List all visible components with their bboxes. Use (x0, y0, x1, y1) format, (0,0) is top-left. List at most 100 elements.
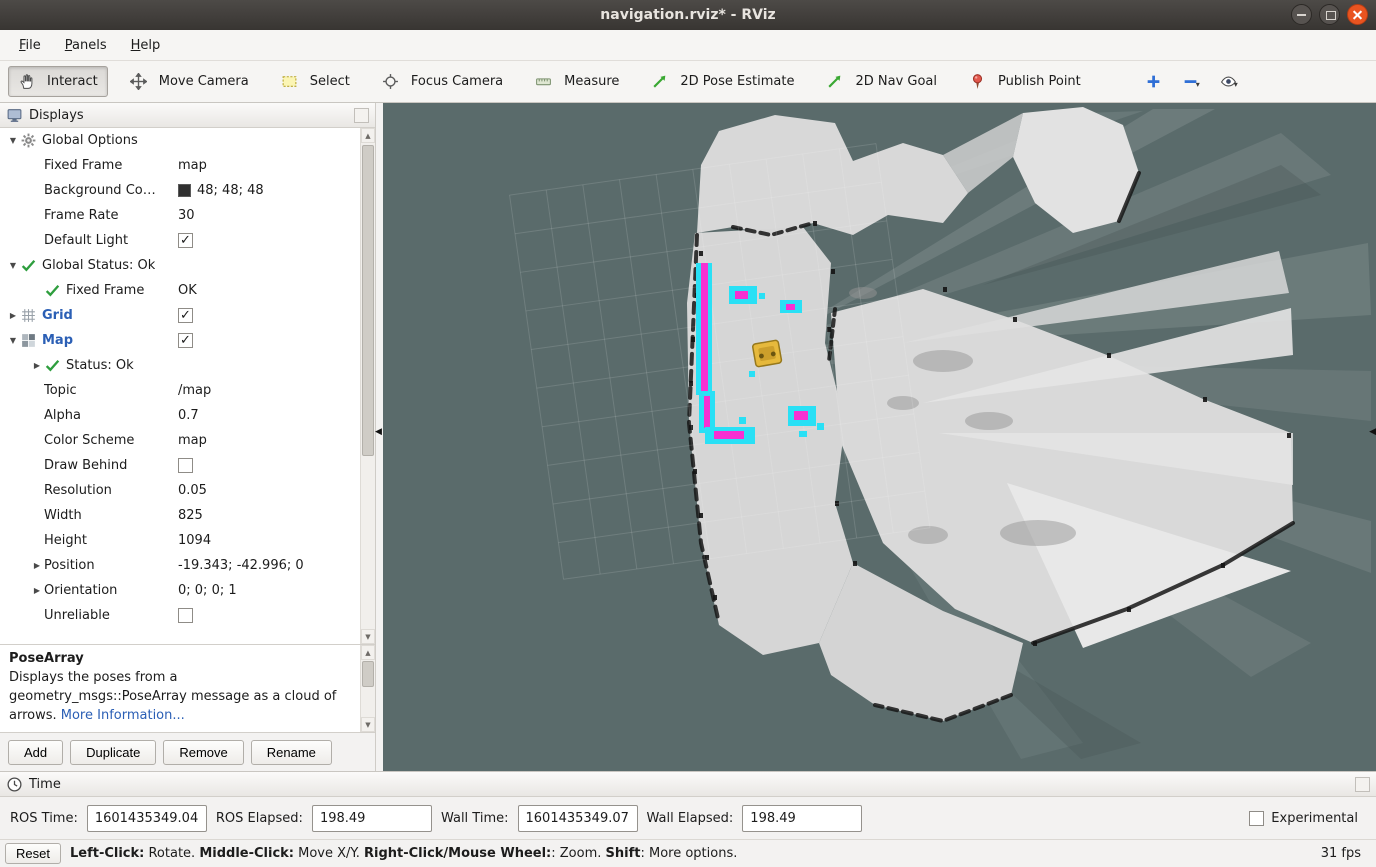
property-value[interactable]: 0.05 (178, 483, 360, 498)
tool-visibility-button[interactable]: ▾ (1216, 68, 1242, 95)
more-information-link[interactable]: More Information... (61, 708, 185, 723)
property-value[interactable]: 0.7 (178, 408, 360, 423)
wall-elapsed-field[interactable]: 198.49 (742, 805, 862, 832)
property-value[interactable] (178, 608, 360, 623)
tree-row-default-light[interactable]: Default Light✓ (0, 228, 360, 253)
collapse-left-icon[interactable]: ◀ (375, 428, 382, 437)
scrollbar-thumb[interactable] (362, 661, 374, 687)
tool-move-camera[interactable]: Move Camera (120, 66, 259, 97)
titlebar[interactable]: navigation.rviz* - RViz (0, 0, 1376, 30)
scrollbar-track[interactable] (361, 143, 375, 629)
rename-button[interactable]: Rename (251, 740, 332, 765)
tool-measure[interactable]: Measure (525, 66, 629, 97)
tree-row-position[interactable]: ▶Position-19.343; -42.996; 0 (0, 553, 360, 578)
tree-row-unreliable[interactable]: Unreliable (0, 603, 360, 628)
menu-item-file[interactable]: File (8, 33, 52, 58)
tree-row-color-scheme[interactable]: Color Schememap (0, 428, 360, 453)
tree-row-grid[interactable]: ▶Grid✓ (0, 303, 360, 328)
remove-tool-button[interactable]: ▾ (1178, 68, 1204, 95)
reset-button[interactable]: Reset (5, 843, 61, 864)
ros-time-field[interactable]: 1601435349.04 (87, 805, 207, 832)
checkbox-checked[interactable]: ✓ (178, 308, 193, 323)
property-value[interactable]: 30 (178, 208, 360, 223)
property-value[interactable]: ✓ (178, 233, 360, 248)
description-scrollbar[interactable]: ▲ ▼ (360, 645, 375, 732)
time-panel-header[interactable]: Time (0, 772, 1376, 797)
tree-row-global-status-ok[interactable]: ▼Global Status: Ok (0, 253, 360, 278)
property-value[interactable] (178, 458, 360, 473)
scrollbar-thumb[interactable] (362, 145, 374, 456)
expander-closed-icon[interactable]: ▶ (30, 361, 44, 370)
tool-2d-nav-goal[interactable]: 2D Nav Goal (816, 66, 947, 97)
add-button[interactable]: Add (8, 740, 63, 765)
tree-row-background-co[interactable]: Background Co…48; 48; 48 (0, 178, 360, 203)
property-value[interactable]: -19.343; -42.996; 0 (178, 558, 360, 573)
expander-open-icon[interactable]: ▼ (6, 136, 20, 145)
3d-view-canvas[interactable] (383, 103, 1376, 771)
tree-row-height[interactable]: Height1094 (0, 528, 360, 553)
scroll-down-icon[interactable]: ▼ (361, 629, 375, 644)
panel-detach-button[interactable] (1355, 777, 1370, 792)
property-value[interactable]: ✓ (178, 333, 360, 348)
scroll-up-icon[interactable]: ▲ (361, 128, 375, 143)
add-tool-button[interactable] (1141, 68, 1166, 95)
property-name: Resolution (0, 483, 178, 498)
property-value[interactable]: 825 (178, 508, 360, 523)
menu-item-panels[interactable]: Panels (54, 33, 118, 58)
tree-row-fixed-frame[interactable]: Fixed Framemap (0, 153, 360, 178)
wall-time-field[interactable]: 1601435349.07 (518, 805, 638, 832)
checkbox-checked[interactable]: ✓ (178, 333, 193, 348)
scroll-down-icon[interactable]: ▼ (361, 717, 375, 732)
property-name: Width (0, 508, 178, 523)
property-value[interactable]: /map (178, 383, 360, 398)
property-value[interactable]: map (178, 433, 360, 448)
close-icon[interactable] (1347, 4, 1368, 25)
menu-item-help[interactable]: Help (120, 33, 172, 58)
expander-closed-icon[interactable]: ▶ (30, 561, 44, 570)
tree-row-frame-rate[interactable]: Frame Rate30 (0, 203, 360, 228)
expander-closed-icon[interactable]: ▶ (30, 586, 44, 595)
tree-row-map[interactable]: ▼Map✓ (0, 328, 360, 353)
tree-scrollbar[interactable]: ▲ ▼ (360, 128, 375, 644)
tree-row-draw-behind[interactable]: Draw Behind (0, 453, 360, 478)
property-value[interactable]: 48; 48; 48 (178, 183, 360, 198)
tree-row-resolution[interactable]: Resolution0.05 (0, 478, 360, 503)
property-value[interactable]: 1094 (178, 533, 360, 548)
ros-elapsed-field[interactable]: 198.49 (312, 805, 432, 832)
remove-button[interactable]: Remove (163, 740, 243, 765)
property-value[interactable]: OK (178, 283, 360, 298)
panel-detach-button[interactable] (354, 108, 369, 123)
checkbox-unchecked[interactable] (178, 458, 193, 473)
tree-row-fixed-frame[interactable]: Fixed FrameOK (0, 278, 360, 303)
tree-row-global-options[interactable]: ▼Global Options (0, 128, 360, 153)
panel-splitter[interactable]: ◀ (376, 103, 383, 771)
tree-row-status-ok[interactable]: ▶Status: Ok (0, 353, 360, 378)
maximize-icon[interactable] (1319, 4, 1340, 25)
tree-row-topic[interactable]: Topic/map (0, 378, 360, 403)
tool-interact[interactable]: Interact (8, 66, 108, 97)
expander-open-icon[interactable]: ▼ (6, 261, 20, 270)
tree-row-width[interactable]: Width825 (0, 503, 360, 528)
3d-viewport[interactable]: ◀ (383, 103, 1376, 771)
displays-panel-header[interactable]: Displays (0, 103, 375, 128)
duplicate-button[interactable]: Duplicate (70, 740, 156, 765)
property-value[interactable]: ✓ (178, 308, 360, 323)
tree-row-alpha[interactable]: Alpha0.7 (0, 403, 360, 428)
property-name: Draw Behind (0, 458, 178, 473)
experimental-checkbox[interactable] (1249, 811, 1264, 826)
tool-focus-camera[interactable]: Focus Camera (372, 66, 513, 97)
expander-open-icon[interactable]: ▼ (6, 336, 20, 345)
scrollbar-track[interactable] (361, 660, 375, 717)
property-value[interactable]: map (178, 158, 360, 173)
scroll-up-icon[interactable]: ▲ (361, 645, 375, 660)
tool-2d-pose-estimate[interactable]: 2D Pose Estimate (641, 66, 804, 97)
tool-select[interactable]: Select (271, 66, 360, 97)
checkbox-unchecked[interactable] (178, 608, 193, 623)
collapse-right-icon[interactable]: ◀ (1369, 428, 1376, 437)
property-value[interactable]: 0; 0; 0; 1 (178, 583, 360, 598)
checkbox-checked[interactable]: ✓ (178, 233, 193, 248)
tool-publish-point[interactable]: Publish Point (959, 66, 1091, 97)
minimize-icon[interactable] (1291, 4, 1312, 25)
tree-row-orientation[interactable]: ▶Orientation0; 0; 0; 1 (0, 578, 360, 603)
expander-closed-icon[interactable]: ▶ (6, 311, 20, 320)
